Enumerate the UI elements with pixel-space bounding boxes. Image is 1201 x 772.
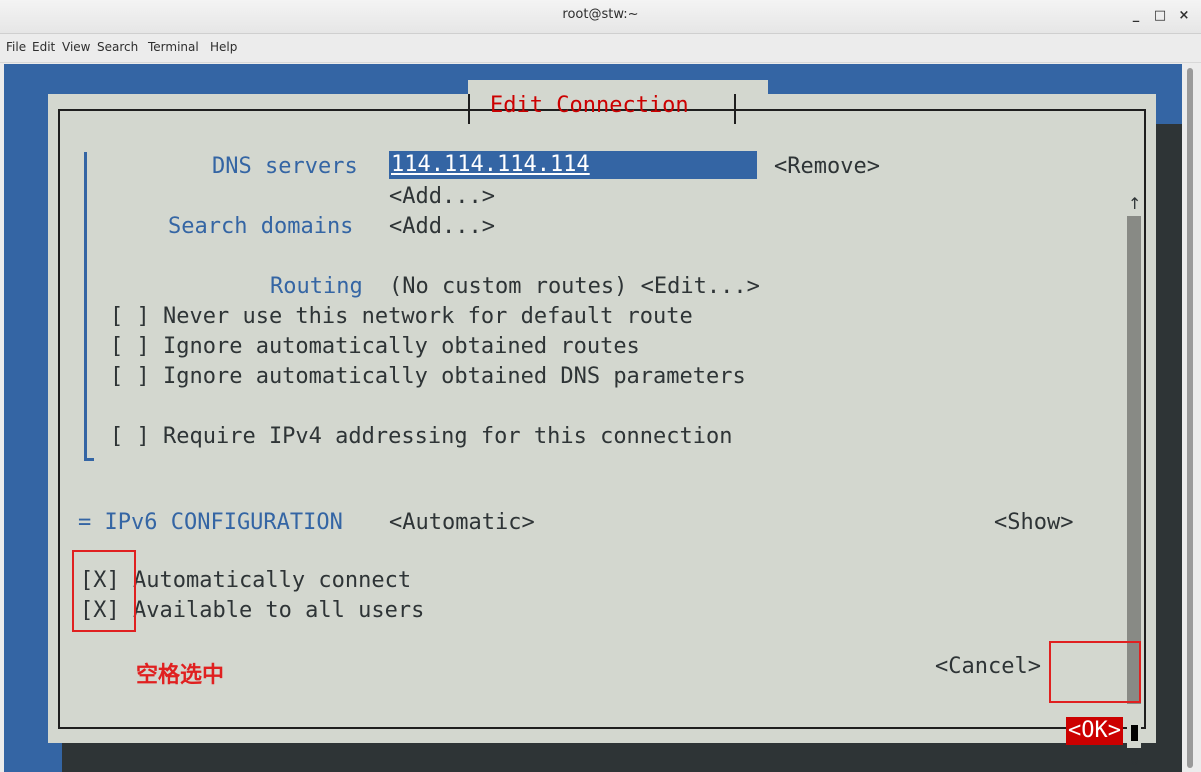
add-dns-button[interactable]: <Add...> xyxy=(389,184,495,210)
ipv6-mode-dropdown[interactable]: <Automatic> xyxy=(389,510,535,536)
dialog-title: Edit Connection xyxy=(490,93,689,118)
dialog-shadow-bottom xyxy=(62,743,1182,772)
menu-bar: File Edit View Search Terminal Help xyxy=(0,35,1201,63)
terminal-cursor xyxy=(1131,725,1138,741)
remove-dns-button[interactable]: <Remove> xyxy=(774,154,880,180)
cancel-button[interactable]: <Cancel> xyxy=(935,654,1041,680)
title-bracket-right xyxy=(734,94,736,124)
menu-terminal[interactable]: Terminal xyxy=(148,40,199,54)
menu-help[interactable]: Help xyxy=(210,40,237,54)
maximize-button[interactable]: □ xyxy=(1150,6,1170,26)
terminal-scrollbar-thumb[interactable] xyxy=(1187,68,1193,768)
title-bracket-left xyxy=(468,94,470,124)
never-default-route-checkbox[interactable]: [ ] Never use this network for default r… xyxy=(110,304,693,330)
ok-button[interactable]: <OK> xyxy=(1066,717,1123,745)
dialog-shadow-right xyxy=(1156,124,1182,772)
menu-edit[interactable]: Edit xyxy=(32,40,55,54)
edit-connection-dialog: Edit Connection DNS servers 114.114.114.… xyxy=(48,80,1156,743)
terminal-scrollbar[interactable] xyxy=(1183,64,1201,772)
ignore-routes-checkbox[interactable]: [ ] Ignore automatically obtained routes xyxy=(110,334,640,360)
window-title: root@stw:~ xyxy=(562,7,639,22)
routing-edit-button[interactable]: (No custom routes) <Edit...> xyxy=(389,274,760,300)
close-button[interactable]: × xyxy=(1174,6,1194,26)
routing-label: Routing xyxy=(270,274,363,299)
require-ipv4-checkbox[interactable]: [ ] Require IPv4 addressing for this con… xyxy=(110,424,733,450)
menu-search[interactable]: Search xyxy=(97,40,138,54)
minimize-button[interactable]: _ xyxy=(1126,6,1146,26)
scroll-down-icon[interactable]: ↓ xyxy=(1128,750,1141,769)
dns-servers-label: DNS servers xyxy=(212,154,358,179)
dns-server-input[interactable]: 114.114.114.114 xyxy=(389,151,757,179)
search-domains-label: Search domains xyxy=(168,214,354,239)
ipv4-section-bar xyxy=(84,152,87,460)
menu-view[interactable]: View xyxy=(62,40,90,54)
dns-server-value: 114.114.114.114 xyxy=(391,152,590,177)
add-search-domain-button[interactable]: <Add...> xyxy=(389,214,495,240)
checkbox-highlight-box xyxy=(72,550,136,632)
annotation-text: 空格选中 xyxy=(136,663,225,688)
scroll-up-icon[interactable]: ↑ xyxy=(1128,194,1141,213)
ignore-dns-checkbox[interactable]: [ ] Ignore automatically obtained DNS pa… xyxy=(110,364,746,390)
menu-file[interactable]: File xyxy=(6,40,26,54)
window-titlebar: root@stw:~ _ □ × xyxy=(0,0,1201,34)
ipv6-configuration-label: = IPv6 CONFIGURATION xyxy=(78,510,343,535)
dialog-scrollbar-thumb[interactable] xyxy=(1127,216,1141,704)
ok-highlight-box xyxy=(1049,641,1141,703)
ipv6-show-button[interactable]: <Show> xyxy=(994,510,1073,536)
dialog-frame xyxy=(58,109,1146,729)
